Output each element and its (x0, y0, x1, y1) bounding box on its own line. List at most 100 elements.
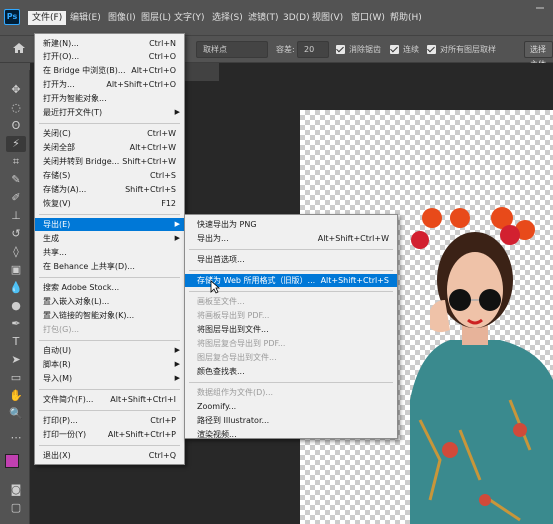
menu-item-layers-to-files[interactable]: 将图层导出到文件... (185, 323, 397, 336)
submenu-arrow-icon: ▶ (174, 374, 180, 382)
menu-bar: Ps 文件(F) 编辑(E) 图像(I) 图层(L) 文字(Y) 选择(S) 滤… (0, 0, 553, 35)
quick-mask-icon[interactable]: ◙ (6, 482, 26, 498)
tools-panel: ✥ ◌ ʘ ⚡ ⌗ ✎ ✐ ⊥ ↺ ◊ ▣ 💧 ● ✒ T ➤ ▭ ✋ 🔍 ⋯ … (0, 70, 30, 524)
menu-window[interactable]: 窗口(W) (347, 11, 389, 25)
menu-item-save-as[interactable]: 存储为(A)... Shift+Ctrl+S (35, 183, 184, 196)
pen-tool-icon[interactable]: ✒ (6, 316, 26, 332)
menu-item-print[interactable]: 打印(P)... Ctrl+P (35, 414, 184, 427)
menu-item-import[interactable]: 导入(M) ▶ (35, 372, 184, 385)
menu-item-open[interactable]: 打开(O)... Ctrl+O (35, 50, 184, 63)
menu-item-place-linked[interactable]: 置入链接的智能对象(K)... (35, 309, 184, 322)
edit-toolbar-icon[interactable]: ⋯ (6, 430, 26, 446)
menu-item-revert[interactable]: 恢复(V) F12 (35, 197, 184, 210)
minimize-icon[interactable] (535, 2, 545, 12)
menu-separator (189, 270, 393, 271)
tolerance-input[interactable]: 20 (297, 41, 329, 58)
clone-stamp-tool-icon[interactable]: ⊥ (6, 208, 26, 224)
menu-item-scripts[interactable]: 脚本(R) ▶ (35, 358, 184, 371)
menu-item-recent-files[interactable]: 最近打开文件(T) ▶ (35, 106, 184, 119)
submenu-arrow-icon: ▶ (174, 346, 180, 354)
menu-item-browse-bridge[interactable]: 在 Bridge 中浏览(B)... Alt+Ctrl+O (35, 64, 184, 77)
menu-item-exit[interactable]: 退出(X) Ctrl+Q (35, 449, 184, 462)
menu-item-close-go-bridge[interactable]: 关闭并转到 Bridge... Shift+Ctrl+W (35, 155, 184, 168)
export-submenu: 快速导出为 PNG 导出为... Alt+Shift+Ctrl+W 导出首选项..… (184, 214, 398, 439)
menu-item-paths-to-illustrator[interactable]: 路径到 Illustrator... (185, 414, 397, 427)
menu-item-export-as[interactable]: 导出为... Alt+Shift+Ctrl+W (185, 232, 397, 245)
dodge-tool-icon[interactable]: ● (6, 298, 26, 314)
menu-separator (39, 445, 180, 446)
menu-separator (189, 382, 393, 383)
menu-filter[interactable]: 滤镜(T) (244, 11, 283, 25)
rectangle-tool-icon[interactable]: ▭ (6, 370, 26, 386)
menu-item-render-video[interactable]: 渲染视频... (185, 428, 397, 441)
submenu-arrow-icon: ▶ (174, 360, 180, 368)
menu-item-artboards-to-pdf: 将画板导出到 PDF... (197, 311, 270, 320)
menu-separator (39, 410, 180, 411)
menu-help[interactable]: 帮助(H) (386, 11, 426, 25)
path-selection-tool-icon[interactable]: ➤ (6, 352, 26, 368)
menu-image[interactable]: 图像(I) (104, 11, 140, 25)
home-icon[interactable] (12, 42, 26, 54)
eraser-tool-icon[interactable]: ◊ (6, 244, 26, 260)
menu-item-layer-comps-to-files: 图层复合导出到文件... (197, 353, 277, 362)
move-tool-icon[interactable]: ✥ (6, 82, 26, 98)
menu-item-data-sets-as-files: 数据组作为文件(D)... (197, 388, 274, 397)
screen-mode-icon[interactable]: ▢ (6, 500, 26, 516)
mouse-cursor-icon (210, 280, 220, 294)
menu-separator (189, 249, 393, 250)
magic-wand-tool-icon[interactable]: ⚡ (6, 136, 26, 152)
crop-tool-icon[interactable]: ⌗ (6, 154, 26, 170)
menu-item-save[interactable]: 存储(S) Ctrl+S (35, 169, 184, 182)
menu-item-quick-export-png[interactable]: 快速导出为 PNG (185, 218, 397, 231)
sample-all-layers-checkbox[interactable] (427, 45, 436, 54)
menu-item-search-stock[interactable]: 搜索 Adobe Stock... (35, 281, 184, 294)
gradient-tool-icon[interactable]: ▣ (6, 262, 26, 278)
menu-type[interactable]: 文字(Y) (170, 11, 209, 25)
menu-item-close-all[interactable]: 关闭全部 Alt+Ctrl+W (35, 141, 184, 154)
menu-item-close[interactable]: 关闭(C) Ctrl+W (35, 127, 184, 140)
submenu-arrow-icon: ▶ (174, 220, 180, 228)
menu-separator (39, 123, 180, 124)
menu-item-place-embedded[interactable]: 置入嵌入对象(L)... (35, 295, 184, 308)
tolerance-label: 容差: (276, 45, 295, 54)
zoom-tool-icon[interactable]: 🔍 (6, 406, 26, 422)
menu-item-print-one-copy[interactable]: 打印一份(Y) Alt+Shift+Ctrl+P (35, 428, 184, 441)
blur-tool-icon[interactable]: 💧 (6, 280, 26, 296)
select-subject-button[interactable]: 选择主体 (524, 41, 553, 69)
menu-item-share-behance[interactable]: 在 Behance 上共享(D)... (35, 260, 184, 273)
antialias-checkbox[interactable] (336, 45, 345, 54)
menu-item-new[interactable]: 新建(N)... Ctrl+N (35, 37, 184, 50)
hand-tool-icon[interactable]: ✋ (6, 388, 26, 404)
menu-item-open-smart-object[interactable]: 打开为智能对象... (35, 92, 184, 105)
type-tool-icon[interactable]: T (6, 334, 26, 350)
history-brush-tool-icon[interactable]: ↺ (6, 226, 26, 242)
sample-size-select[interactable]: 取样点 (196, 41, 268, 58)
menu-item-zoomify[interactable]: Zoomify... (185, 400, 397, 413)
brush-tool-icon[interactable]: ✐ (6, 190, 26, 206)
lasso-tool-icon[interactable]: ʘ (6, 118, 26, 134)
foreground-color-swatch[interactable] (5, 454, 19, 468)
menu-item-color-lookup-tables[interactable]: 颜色查找表... (185, 365, 397, 378)
menu-item-automate[interactable]: 自动(U) ▶ (35, 344, 184, 357)
menu-select[interactable]: 选择(S) (208, 11, 247, 25)
sample-all-layers-label: 对所有图层取样 (440, 45, 496, 54)
photoshop-logo: Ps (4, 9, 20, 25)
menu-file[interactable]: 文件(F) (28, 11, 67, 25)
submenu-arrow-icon: ▶ (174, 234, 180, 242)
menu-item-export-preferences[interactable]: 导出首选项... (185, 253, 397, 266)
menu-separator (39, 214, 180, 215)
menu-item-export[interactable]: 导出(E) ▶ (35, 218, 184, 231)
marquee-tool-icon[interactable]: ◌ (6, 100, 26, 116)
contiguous-label: 连续 (403, 45, 419, 54)
menu-edit[interactable]: 编辑(E) (66, 11, 105, 25)
menu-item-open-as[interactable]: 打开为... Alt+Shift+Ctrl+O (35, 78, 184, 91)
eyedropper-tool-icon[interactable]: ✎ (6, 172, 26, 188)
menu-item-file-info[interactable]: 文件简介(F)... Alt+Shift+Ctrl+I (35, 393, 184, 406)
menu-item-layer-comps-to-pdf: 将图层复合导出到 PDF... (197, 339, 286, 348)
menu-item-generate[interactable]: 生成 ▶ (35, 232, 184, 245)
menu-item-share[interactable]: 共享... (35, 246, 184, 259)
contiguous-checkbox[interactable] (390, 45, 399, 54)
menu-separator (39, 340, 180, 341)
menu-view[interactable]: 视图(V) (308, 11, 347, 25)
menu-item-artboards-to-files: 画板至文件... (197, 297, 245, 306)
